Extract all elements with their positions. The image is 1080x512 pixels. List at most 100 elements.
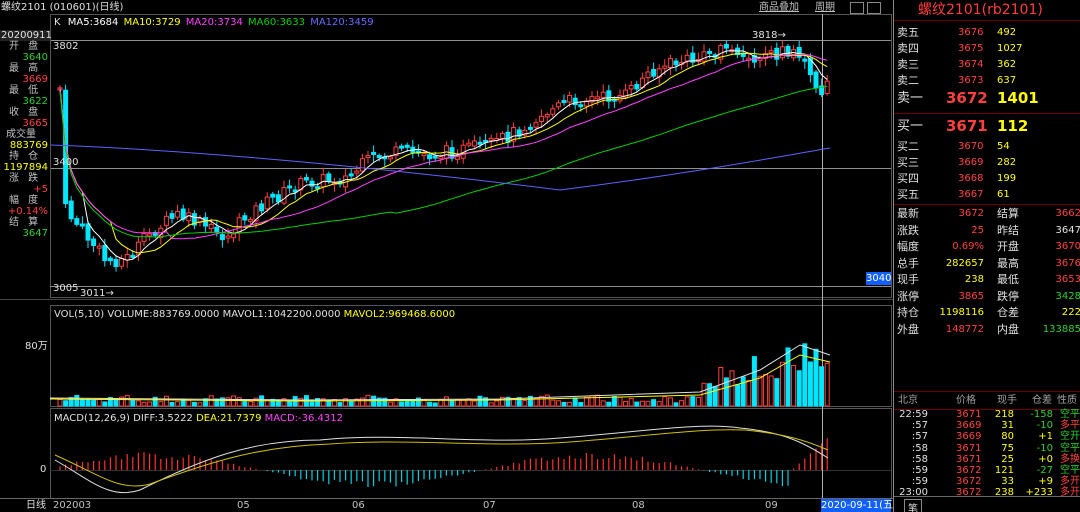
tick-price: 3669: [956, 420, 982, 432]
macd-dea-line: [54, 429, 829, 487]
bid-label: 买二: [897, 140, 919, 153]
bid-qty: 61: [997, 189, 1010, 200]
oi-value: 1197894: [3, 162, 48, 173]
volume-bar: [718, 366, 724, 407]
volume-bar: [432, 402, 438, 407]
volume-bar: [387, 401, 393, 407]
volume-bar: [242, 399, 248, 407]
chart-canvas[interactable]: [0, 0, 893, 512]
volume-bar: [690, 396, 696, 407]
ma120-value: MA120:3459: [310, 17, 374, 28]
volume-bar: [623, 400, 629, 407]
tick-vol: 80: [1001, 431, 1014, 443]
ask-label: 卖二: [897, 74, 919, 87]
candle-up: [662, 65, 668, 69]
stat-value: 1198116: [939, 307, 984, 318]
volume-bar: [572, 397, 578, 407]
stat-row: 外盘 148772 内盘 133885: [894, 322, 1080, 337]
volume-bar: [141, 401, 147, 407]
stat-value: 3672: [958, 208, 984, 219]
period-label[interactable]: 日线: [26, 500, 46, 511]
volume-bar: [522, 400, 528, 407]
volume-bar: [337, 402, 343, 407]
cycle-button[interactable]: 周期: [815, 2, 835, 13]
stats-separator: [894, 204, 1080, 205]
macd-legend: MACD(12,26,9) DIFF:3.5222 DEA:21.7379 MA…: [54, 413, 343, 424]
candle-down: [107, 257, 113, 262]
volume-bar: [606, 401, 612, 407]
bottom-tab-bar: 笔: [894, 496, 1080, 512]
candle-down: [673, 60, 679, 66]
volume-bar: [298, 397, 304, 407]
volume-bar: [639, 400, 645, 407]
candle-down: [169, 213, 175, 219]
volume-bar: [477, 395, 483, 407]
oi-label: 持 仓: [9, 151, 42, 162]
volume-bar: [124, 395, 130, 407]
tick-row: :59 3672 121 -27 空平: [894, 465, 1080, 476]
candle-up: [163, 215, 169, 226]
volume-bar: [774, 378, 780, 407]
candle-down: [113, 259, 119, 268]
volume-bar: [460, 399, 466, 407]
ticks-header-loc: 北京: [898, 395, 918, 406]
candle-down: [102, 245, 108, 262]
ask-price: 3675: [958, 43, 984, 54]
kline-chart-area[interactable]: 螺纹2101 (010601)(日线) 商品叠加 周期 K MA5:3684 M…: [0, 0, 897, 512]
candle-down: [130, 254, 136, 258]
tick-tab[interactable]: 笔: [904, 499, 922, 512]
info-date: 20200911: [0, 30, 52, 41]
volume-bar: [578, 401, 584, 407]
grid-layout-icon[interactable]: [867, 2, 881, 14]
bid-row: 买五 3667 61: [894, 187, 1080, 202]
bid-row: 买四 3668 199: [894, 171, 1080, 186]
tick-nature: 多换: [1060, 453, 1080, 465]
bid-row: 买三 3669 282: [894, 155, 1080, 170]
candle-down: [68, 200, 74, 220]
stat-label: 跌停: [997, 289, 1019, 303]
price-label-mid: 3400: [53, 157, 79, 168]
volume-bar: [113, 398, 119, 407]
volume-bar: [813, 348, 819, 407]
tick-nature: 空平: [1060, 465, 1080, 476]
volume-bar: [533, 398, 539, 407]
volume-bar: [796, 370, 802, 407]
volume-bar: [63, 400, 69, 407]
candle-up: [281, 187, 287, 204]
tick-time: :59: [911, 465, 928, 476]
volume-bar: [247, 401, 253, 407]
product-overlay-button[interactable]: 商品叠加: [759, 2, 799, 13]
tick-price: 3671: [956, 409, 982, 420]
window-restore-icon[interactable]: [850, 2, 864, 14]
candle-up: [488, 137, 494, 141]
candle-down: [578, 104, 584, 108]
candle-down: [91, 238, 97, 247]
change-value: +5: [33, 184, 48, 195]
candle-up: [175, 210, 181, 218]
ticks-header-nature: 性质: [1057, 395, 1077, 406]
tick-vol: 25: [1001, 453, 1014, 465]
time-tick: 202003: [53, 500, 92, 511]
ma120-line: [49, 144, 831, 191]
tick-vol: 218: [994, 409, 1014, 420]
ma60-line: [59, 85, 828, 238]
candle-down: [796, 46, 802, 58]
stat-label: 外盘: [897, 322, 919, 336]
volume-bar: [662, 396, 668, 407]
stat-label: 仓差: [997, 306, 1019, 319]
tick-price: 3671: [956, 453, 982, 465]
price-label-low: 3005: [53, 283, 79, 294]
candle-down: [259, 203, 265, 212]
tick-oi: -10: [1036, 420, 1053, 432]
bid-label: 买五: [897, 188, 919, 201]
candle-up: [359, 158, 365, 172]
candle-down: [348, 173, 354, 177]
stat-value: 0.69%: [952, 241, 984, 252]
volume-bar: [684, 396, 690, 407]
time-tick: 07: [483, 500, 496, 511]
cursor-date-tag: 2020-09-11(五): [821, 499, 897, 512]
candle-down: [275, 194, 281, 203]
time-tick: 06: [352, 500, 365, 511]
volume-bar: [186, 399, 192, 407]
volume-bar: [79, 399, 85, 407]
